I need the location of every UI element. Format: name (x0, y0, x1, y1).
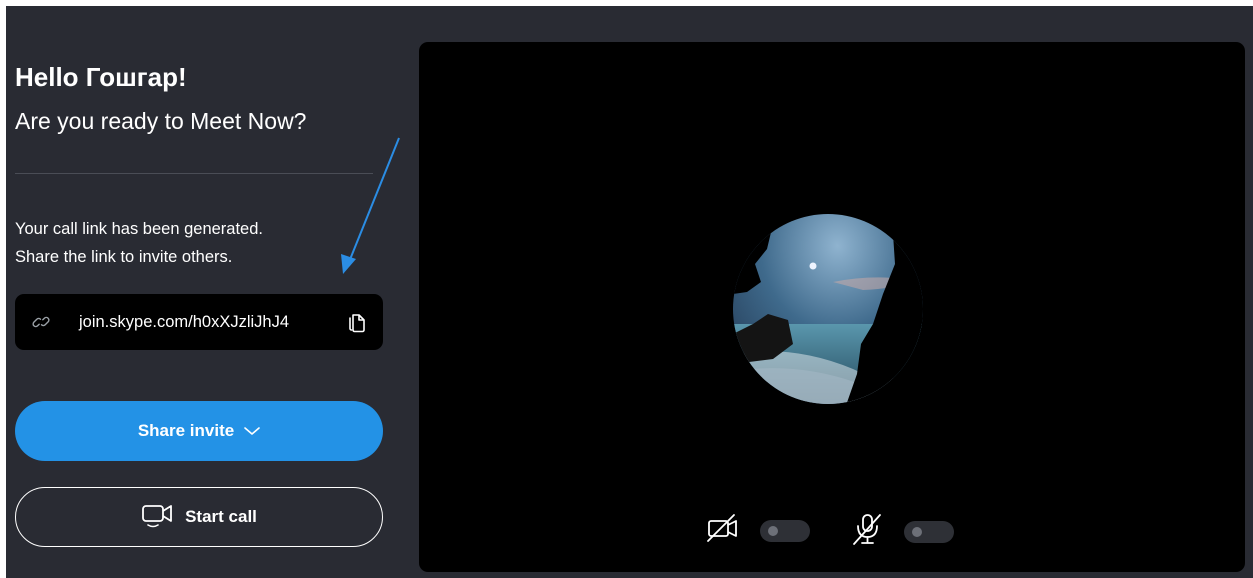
divider (15, 173, 373, 174)
meet-now-panel: Hello Гошгар! Are you ready to Meet Now?… (6, 6, 406, 578)
link-generated-message: Your call link has been generated. Share… (15, 215, 263, 271)
toggle-knob (912, 526, 922, 537)
meet-now-window: Hello Гошгар! Are you ready to Meet Now?… (6, 6, 1253, 578)
greeting-title: Hello Гошгар! (15, 62, 187, 92)
video-call-icon (141, 500, 175, 535)
video-toggle[interactable] (760, 519, 810, 542)
share-invite-label: Share invite (137, 421, 235, 440)
copy-icon[interactable] (346, 310, 368, 339)
meet-now-subtitle: Are you ready to Meet Now? (15, 108, 307, 134)
call-link-url[interactable]: join.skype.com/h0xXJzliJhJ4 (79, 294, 289, 350)
mic-off-icon[interactable] (850, 512, 884, 551)
share-invite-button[interactable]: Share invite (15, 401, 383, 461)
link-icon (31, 312, 51, 337)
video-control (706, 512, 810, 549)
toggle-knob (768, 525, 778, 536)
message-line-1: Your call link has been generated. (15, 220, 263, 238)
start-call-button[interactable]: Start call (15, 487, 383, 547)
mic-toggle[interactable] (904, 520, 954, 543)
call-link-box: join.skype.com/h0xXJzliJhJ4 (15, 294, 383, 350)
video-preview (419, 42, 1245, 572)
message-line-2: Share the link to invite others. (15, 248, 233, 266)
mic-control (850, 512, 954, 551)
user-avatar (733, 204, 923, 419)
start-call-label: Start call (185, 507, 257, 526)
video-off-icon[interactable] (706, 512, 740, 549)
chevron-down-icon (244, 421, 260, 441)
